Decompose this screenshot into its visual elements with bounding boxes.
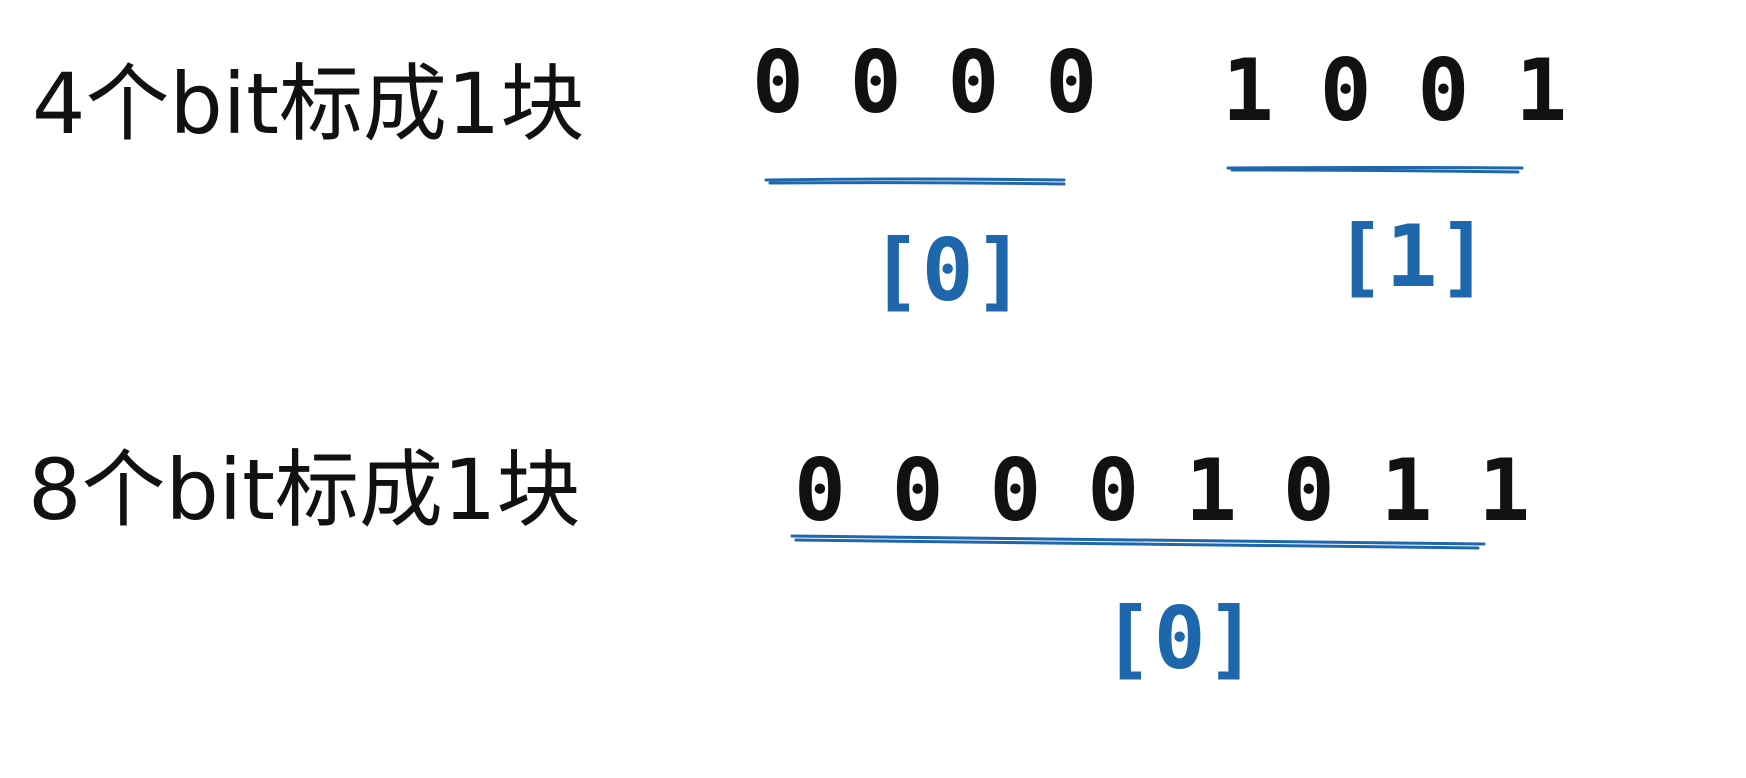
row-label-4bit: 4个bit标成1块	[32, 55, 585, 153]
underline-4bit-0	[764, 177, 1066, 186]
bit-group-8bit-0: 00001011	[794, 441, 1577, 541]
block-index-8bit-0: [0]	[1102, 589, 1258, 689]
block-index-4bit-1: [1]	[1334, 207, 1490, 307]
block-index-4bit-0: [0]	[870, 221, 1026, 321]
row-label-8bit: 8个bit标成1块	[28, 441, 581, 539]
underline-4bit-1	[1226, 166, 1524, 174]
bit-group-4bit-1: 1001	[1222, 41, 1614, 141]
bit-group-4bit-0: 0000	[752, 33, 1144, 133]
